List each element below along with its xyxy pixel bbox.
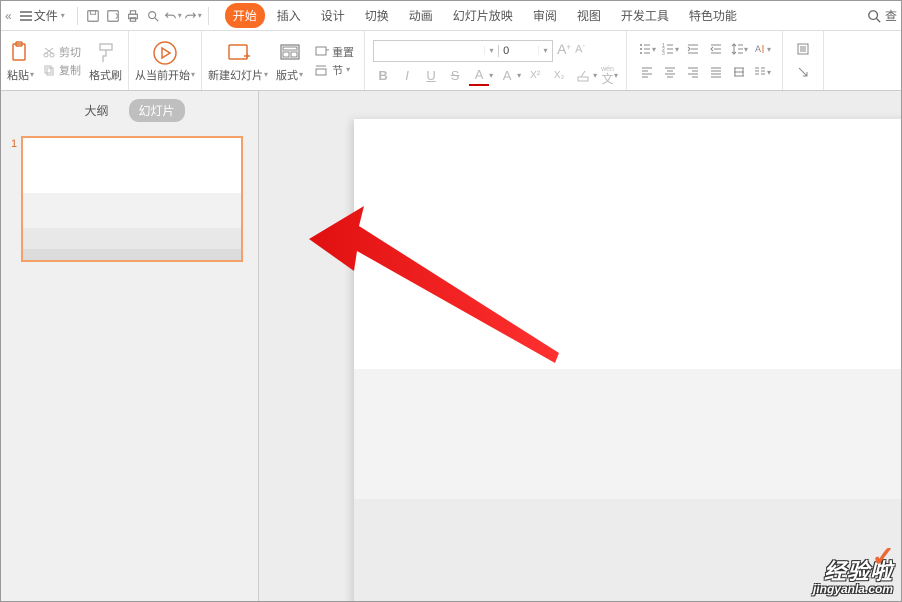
dropdown-icon: ▾ bbox=[538, 46, 552, 55]
side-panel: 大纲 幻灯片 1 bbox=[1, 91, 259, 601]
client-area: 大纲 幻灯片 1 bbox=[1, 91, 901, 601]
highlight-button[interactable]: A▾ bbox=[497, 66, 521, 86]
fontcolor-button[interactable]: A▾ bbox=[469, 66, 493, 86]
text-direction-button[interactable]: A▾ bbox=[752, 39, 772, 59]
play-from-current-button[interactable]: 从当前开始▾ bbox=[135, 67, 195, 83]
tab-slideshow[interactable]: 幻灯片放映 bbox=[445, 3, 521, 28]
superscript-button[interactable]: X² bbox=[525, 66, 545, 86]
subscript-button[interactable]: X₂ bbox=[549, 66, 569, 86]
tab-review[interactable]: 审阅 bbox=[525, 3, 565, 28]
group-slideshow: 从当前开始▾ bbox=[129, 31, 202, 90]
format-painter-icon[interactable] bbox=[96, 39, 116, 67]
tab-design[interactable]: 设计 bbox=[313, 3, 353, 28]
underline-button[interactable]: U bbox=[421, 66, 441, 86]
decrease-font-button[interactable]: A- bbox=[575, 41, 585, 56]
reset-button[interactable]: 重置 bbox=[315, 44, 354, 60]
tab-transition[interactable]: 切换 bbox=[357, 3, 397, 28]
tab-animation[interactable]: 动画 bbox=[401, 3, 441, 28]
scissors-icon bbox=[42, 45, 56, 59]
saveas-icon[interactable] bbox=[104, 7, 122, 25]
dropdown-icon: ▾ bbox=[61, 11, 65, 20]
separator bbox=[77, 7, 78, 25]
check-icon: ✓ bbox=[872, 543, 895, 571]
columns-button[interactable]: ▾ bbox=[752, 62, 772, 82]
ribbon-tabs: 开始 插入 设计 切换 动画 幻灯片放映 审阅 视图 开发工具 特色功能 bbox=[225, 3, 745, 28]
group-slides: 新建幻灯片▾ 版式▾ 重置 节▾ bbox=[202, 31, 365, 90]
search-button[interactable]: 查 bbox=[867, 7, 897, 24]
layout-button[interactable]: 版式▾ bbox=[276, 67, 303, 83]
tab-features[interactable]: 特色功能 bbox=[681, 3, 745, 28]
tab-insert[interactable]: 插入 bbox=[269, 3, 309, 28]
group-more bbox=[783, 31, 824, 90]
slide-thumbnail-1[interactable] bbox=[21, 136, 243, 262]
decrease-indent-button[interactable] bbox=[683, 39, 703, 59]
watermark-url: jingyanla.com bbox=[813, 583, 893, 595]
new-slide-icon[interactable] bbox=[226, 39, 250, 67]
svg-text:A: A bbox=[755, 44, 761, 54]
pinyin-button[interactable]: wén文▾ bbox=[601, 66, 618, 85]
font-size-input[interactable]: 0 bbox=[498, 45, 538, 57]
clear-format-button[interactable]: ▾ bbox=[573, 66, 597, 86]
search-icon bbox=[867, 9, 881, 23]
menubar: « 文件 ▾ ▾ ▾ 开始 插入 设计 切换 动画 幻灯片放映 审阅 视图 开发… bbox=[1, 1, 901, 31]
svg-text:3: 3 bbox=[662, 51, 665, 56]
bold-button[interactable]: B bbox=[373, 66, 393, 86]
section-button[interactable]: 节▾ bbox=[315, 62, 354, 78]
paste-button[interactable]: 粘贴▾ bbox=[7, 67, 34, 83]
numbering-button[interactable]: 123▾ bbox=[660, 39, 680, 59]
save-icon[interactable] bbox=[84, 7, 102, 25]
slide-number: 1 bbox=[11, 138, 17, 262]
align-left-button[interactable] bbox=[637, 62, 657, 82]
slide-canvas[interactable] bbox=[259, 91, 901, 601]
group-clipboard: 粘贴▾ 剪切 复制 格式刷 bbox=[1, 31, 129, 90]
search-label: 查 bbox=[885, 7, 897, 24]
redo-icon[interactable]: ▾ bbox=[184, 7, 202, 25]
increase-font-button[interactable]: A+ bbox=[557, 41, 571, 57]
undo-icon[interactable]: ▾ bbox=[164, 7, 182, 25]
slides-tab[interactable]: 幻灯片 bbox=[129, 99, 185, 122]
font-selector[interactable]: ▾ 0 ▾ bbox=[373, 40, 553, 62]
separator bbox=[208, 7, 209, 25]
file-menu[interactable]: 文件 ▾ bbox=[14, 7, 71, 24]
printpreview-icon[interactable] bbox=[144, 7, 162, 25]
reset-icon bbox=[315, 45, 329, 59]
dropdown-icon: ▾ bbox=[484, 46, 498, 55]
watermark: ✓ 经验啦 jingyanla.com bbox=[813, 561, 893, 595]
section-icon bbox=[315, 63, 329, 77]
cut-button[interactable]: 剪切 bbox=[42, 44, 81, 60]
group-paragraph: ▾ 123▾ ▾ A▾ ▾ bbox=[627, 31, 783, 90]
italic-button[interactable]: I bbox=[397, 66, 417, 86]
strike-button[interactable]: S bbox=[445, 66, 465, 86]
copy-button[interactable]: 复制 bbox=[42, 62, 81, 78]
layout-icon[interactable] bbox=[279, 39, 301, 67]
panel-tabs: 大纲 幻灯片 bbox=[1, 91, 258, 130]
collapse-icon[interactable]: « bbox=[5, 9, 12, 23]
align-center-button[interactable] bbox=[660, 62, 680, 82]
play-from-current-icon[interactable] bbox=[152, 39, 178, 67]
group-font: ▾ 0 ▾ A+ A- B I U S A▾ A▾ X² X₂ ▾ wén文▾ bbox=[365, 31, 627, 90]
format-painter-button[interactable]: 格式刷 bbox=[89, 67, 122, 83]
new-slide-button[interactable]: 新建幻灯片▾ bbox=[208, 67, 268, 83]
paste-icon[interactable] bbox=[10, 39, 32, 67]
tab-devtools[interactable]: 开发工具 bbox=[613, 3, 677, 28]
increase-indent-button[interactable] bbox=[706, 39, 726, 59]
line-spacing-button[interactable]: ▾ bbox=[729, 39, 749, 59]
align-text-button[interactable] bbox=[793, 39, 813, 59]
distribute-button[interactable] bbox=[729, 62, 749, 82]
tab-view[interactable]: 视图 bbox=[569, 3, 609, 28]
slide-thumbnail-row: 1 bbox=[1, 130, 258, 268]
more-button[interactable] bbox=[793, 62, 813, 82]
slide-page[interactable] bbox=[354, 119, 901, 601]
tab-start[interactable]: 开始 bbox=[225, 3, 265, 28]
bullets-button[interactable]: ▾ bbox=[637, 39, 657, 59]
align-justify-button[interactable] bbox=[706, 62, 726, 82]
align-right-button[interactable] bbox=[683, 62, 703, 82]
print-icon[interactable] bbox=[124, 7, 142, 25]
copy-icon bbox=[42, 63, 56, 77]
outline-tab[interactable]: 大纲 bbox=[74, 99, 118, 122]
ribbon: 粘贴▾ 剪切 复制 格式刷 从当前开始▾ 新建幻灯片▾ 版式▾ 重置 节▾ bbox=[1, 31, 901, 91]
file-menu-label: 文件 bbox=[34, 7, 58, 24]
